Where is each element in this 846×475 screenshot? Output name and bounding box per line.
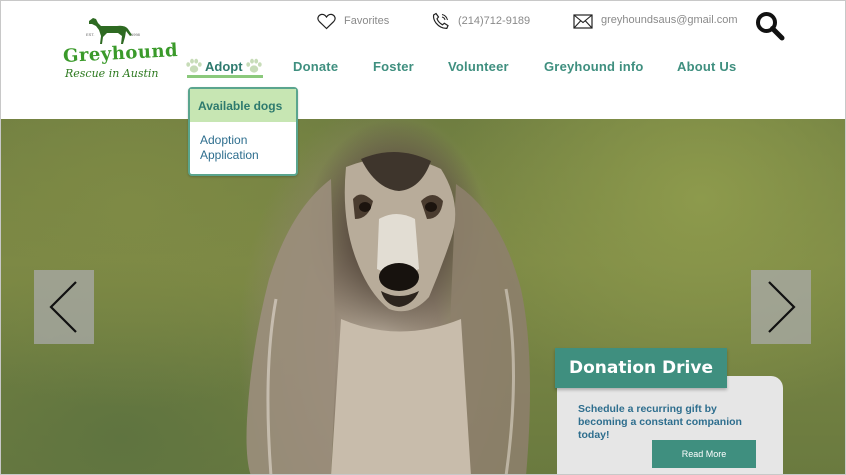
nav-adopt-label: Adopt bbox=[205, 58, 243, 74]
carousel-prev-button[interactable] bbox=[34, 270, 94, 344]
carousel-next-button[interactable] bbox=[751, 270, 811, 344]
dropdown-item-adoption-application[interactable]: Adoption Application bbox=[200, 133, 290, 163]
available-dogs-label: Available dogs bbox=[198, 99, 283, 113]
paw-icon bbox=[186, 58, 202, 73]
search-icon bbox=[756, 12, 785, 41]
heart-icon bbox=[317, 13, 336, 29]
email-link[interactable]: greyhoundsaus@gmail.com bbox=[573, 11, 738, 31]
logo-name: Greyhound bbox=[62, 40, 179, 67]
logo-est-label: EST. bbox=[86, 32, 95, 37]
envelope-icon bbox=[573, 13, 593, 29]
email-address: greyhoundsaus@gmail.com bbox=[601, 14, 738, 26]
nav-item-greyhound-info[interactable]: Greyhound info bbox=[544, 59, 644, 74]
dropdown-item-available-dogs[interactable]: Available dogs bbox=[190, 89, 296, 122]
active-nav-underline bbox=[187, 75, 263, 78]
logo-tagline: Rescue in Austin bbox=[65, 67, 159, 80]
favorites-link[interactable]: Favorites bbox=[317, 11, 389, 31]
adopt-dropdown-menu: Available dogs Adoption Application bbox=[188, 87, 298, 176]
chevron-right-icon bbox=[768, 281, 796, 333]
search-button[interactable] bbox=[753, 9, 787, 43]
chevron-left-icon bbox=[49, 281, 77, 333]
phone-icon bbox=[432, 12, 449, 30]
donation-promo-card: Donation Drive Schedule a recurring gift… bbox=[555, 348, 785, 474]
phone-link[interactable]: (214)712-9189 bbox=[432, 11, 530, 31]
hero-carousel: Donation Drive Schedule a recurring gift… bbox=[1, 119, 845, 474]
nav-item-donate[interactable]: Donate bbox=[293, 59, 338, 74]
greyhound-logo-icon bbox=[89, 18, 132, 44]
nav-item-about-us[interactable]: About Us bbox=[677, 59, 736, 74]
promo-title: Donation Drive bbox=[555, 348, 727, 388]
nav-item-volunteer[interactable]: Volunteer bbox=[448, 59, 509, 74]
site-logo[interactable]: EST. 1998 Greyhound Rescue in Austin bbox=[59, 15, 179, 87]
favorites-label: Favorites bbox=[344, 15, 390, 27]
page-frame: EST. 1998 Greyhound Rescue in Austin Fav… bbox=[0, 0, 846, 475]
paw-icon bbox=[245, 58, 262, 73]
promo-description: Schedule a recurring gift by becoming a … bbox=[578, 403, 742, 441]
site-header: EST. 1998 Greyhound Rescue in Austin Fav… bbox=[1, 1, 845, 119]
read-more-button[interactable]: Read More bbox=[652, 440, 756, 468]
phone-number: (214)712-9189 bbox=[458, 15, 531, 27]
nav-item-foster[interactable]: Foster bbox=[373, 59, 414, 74]
nav-item-adopt[interactable]: Adopt bbox=[185, 55, 263, 78]
logo-year-label: 1998 bbox=[131, 32, 140, 37]
